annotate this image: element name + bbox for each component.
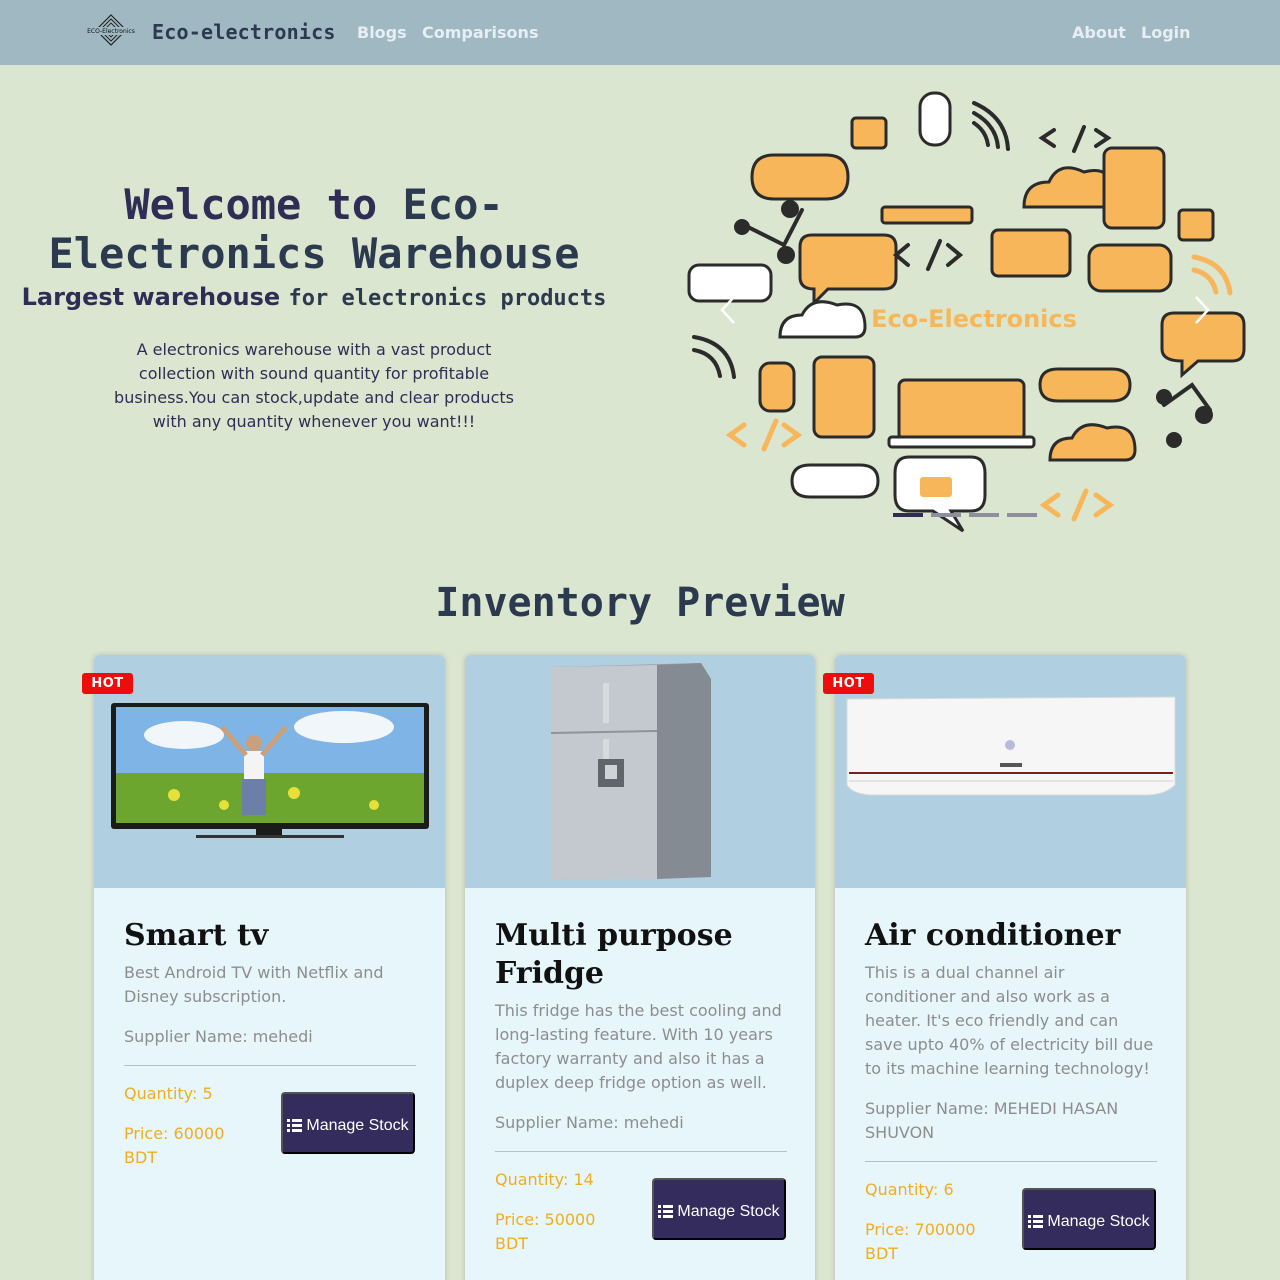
product-card-footer: Quantity: 6 Price: 700000 BDT Manage Sto… bbox=[865, 1178, 1157, 1278]
divider bbox=[495, 1151, 787, 1152]
manage-stock-label: Manage Stock bbox=[1047, 1212, 1150, 1230]
hot-badge: HOT bbox=[82, 673, 133, 694]
product-card-footer: Quantity: 5 Price: 60000 BDT Manage Stoc… bbox=[124, 1082, 416, 1182]
manage-stock-button[interactable]: Manage Stock bbox=[1022, 1188, 1156, 1250]
carousel-next-icon[interactable] bbox=[1190, 295, 1214, 325]
nav-login-link[interactable]: Login bbox=[1141, 23, 1191, 42]
product-name: Smart tv bbox=[124, 918, 269, 953]
divider bbox=[865, 1161, 1157, 1162]
carousel-indicators bbox=[893, 513, 1037, 517]
list-icon bbox=[658, 1202, 674, 1226]
product-description: This is a dual channel air conditioner a… bbox=[865, 963, 1154, 1078]
carousel-indicator-3[interactable] bbox=[969, 513, 999, 517]
inventory-section-title: Inventory Preview bbox=[435, 580, 845, 626]
nav-comparisons-link[interactable]: Comparisons bbox=[422, 23, 538, 42]
brand-logo: ECO-Electronics bbox=[86, 12, 136, 52]
product-image-air-conditioner bbox=[835, 655, 1186, 888]
brand[interactable]: ECO-Electronics Eco-electronics bbox=[86, 12, 336, 52]
product-card-body: Air conditioner This is a dual channel a… bbox=[865, 917, 1157, 1278]
product-card: Air conditioner This is a dual channel a… bbox=[835, 655, 1186, 1280]
carousel-indicator-2[interactable] bbox=[931, 513, 961, 517]
list-icon bbox=[287, 1116, 303, 1140]
hero-title-prefix: Welcome to bbox=[124, 180, 403, 229]
product-name: Air conditioner bbox=[865, 918, 1121, 953]
carousel-indicator-4[interactable] bbox=[1007, 513, 1037, 517]
navbar: ECO-Electronics Eco-electronics Blogs Co… bbox=[0, 0, 1280, 65]
carousel-banner-text: Eco-Electronics bbox=[871, 305, 1077, 333]
nav-about-link[interactable]: About bbox=[1072, 23, 1126, 42]
hero-subtitle-prefix: Largest warehouse bbox=[21, 283, 289, 311]
product-image-fridge bbox=[465, 655, 815, 888]
product-description: This fridge has the best cooling and lon… bbox=[495, 1001, 782, 1092]
list-icon bbox=[1028, 1212, 1044, 1236]
product-price: Price: 50000 BDT bbox=[495, 1210, 596, 1253]
product-image-tv bbox=[94, 655, 445, 888]
product-card-body: Multi purpose Fridge This fridge has the… bbox=[495, 917, 787, 1268]
manage-stock-label: Manage Stock bbox=[677, 1202, 780, 1220]
manage-stock-label: Manage Stock bbox=[306, 1116, 409, 1134]
product-price: Price: 700000 BDT bbox=[865, 1220, 976, 1263]
carousel-indicator-1[interactable] bbox=[893, 513, 923, 517]
product-card: Smart tv Best Android TV with Netflix an… bbox=[94, 655, 445, 1280]
brand-name: Eco-electronics bbox=[152, 20, 336, 44]
product-supplier: Supplier Name: mehedi bbox=[495, 1113, 684, 1132]
product-name: Multi purpose Fridge bbox=[495, 918, 733, 991]
hero-description: A electronics warehouse with a vast prod… bbox=[114, 340, 514, 431]
product-supplier: Supplier Name: mehedi bbox=[124, 1027, 313, 1046]
manage-stock-button[interactable]: Manage Stock bbox=[281, 1092, 415, 1154]
product-supplier: Supplier Name: MEHEDI HASAN SHUVON bbox=[865, 1099, 1119, 1142]
divider bbox=[124, 1065, 416, 1066]
brand-logo-text: ECO-Electronics bbox=[87, 28, 135, 35]
product-price: Price: 60000 BDT bbox=[124, 1124, 225, 1167]
product-card: Multi purpose Fridge This fridge has the… bbox=[465, 655, 815, 1280]
carousel-slide-image: Eco-Electronics bbox=[687, 91, 1246, 533]
product-card-footer: Quantity: 14 Price: 50000 BDT Manage Sto… bbox=[495, 1168, 787, 1268]
hero-subtitle-bold: for electronics products bbox=[288, 286, 607, 311]
product-description: Best Android TV with Netflix and Disney … bbox=[124, 963, 384, 1006]
product-card-body: Smart tv Best Android TV with Netflix an… bbox=[124, 917, 416, 1182]
nav-blogs-link[interactable]: Blogs bbox=[357, 23, 407, 42]
hero-carousel[interactable]: Eco-Electronics bbox=[684, 85, 1248, 535]
hero-title: Welcome to Eco-Electronics Warehouse bbox=[0, 180, 628, 278]
hero-subtitle: Largest warehouse for electronics produc… bbox=[0, 283, 628, 311]
manage-stock-button[interactable]: Manage Stock bbox=[652, 1178, 786, 1240]
hot-badge: HOT bbox=[823, 673, 874, 694]
carousel-prev-icon[interactable] bbox=[716, 295, 740, 325]
